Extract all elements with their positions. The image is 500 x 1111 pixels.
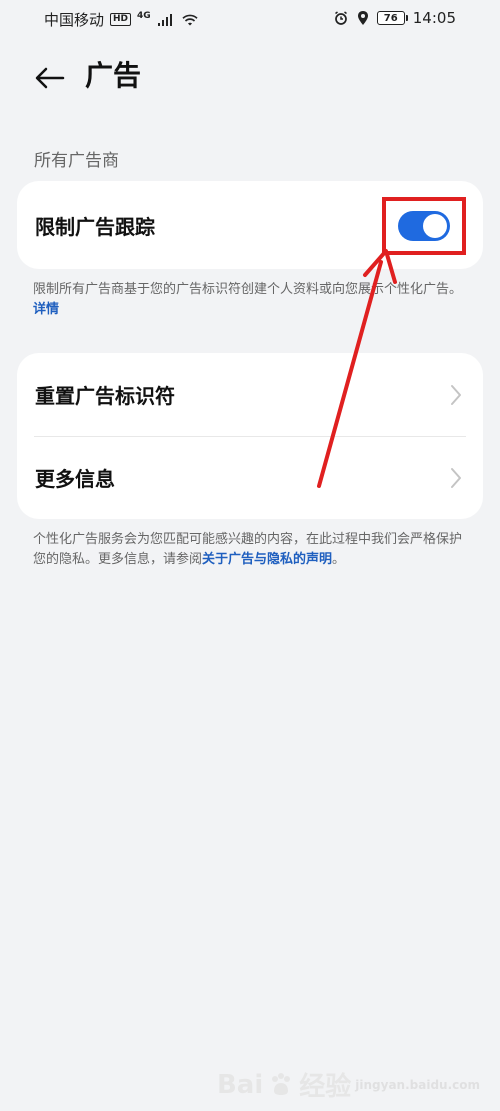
chevron-right-icon (451, 385, 461, 405)
limit-ad-tracking-row[interactable]: 限制广告跟踪 (17, 181, 483, 269)
privacy-statement-link[interactable]: 关于广告与隐私的声明 (202, 552, 332, 567)
wifi-icon (182, 14, 198, 25)
watermark: Bai 经验 jingyan.baidu.com (217, 1066, 480, 1103)
toggle-highlight-box (382, 197, 466, 255)
chevron-right-icon (451, 468, 461, 488)
network-type: 4G (137, 10, 151, 21)
alarm-icon (334, 11, 347, 25)
hd-badge: HD (110, 13, 132, 26)
more-info-label: 更多信息 (35, 467, 115, 491)
ad-tracking-description: 限制所有广告商基于您的广告标识符创建个人资料或向您展示个性化广告。详情 (33, 280, 471, 320)
location-icon (357, 11, 368, 25)
signal-icon (157, 13, 172, 26)
paw-icon (272, 1072, 291, 1095)
clock: 14:05 (412, 9, 456, 27)
privacy-note: 个性化广告服务会为您匹配可能感兴趣的内容，在此过程中我们会严格保护您的隐私。更多… (33, 530, 471, 570)
limit-ad-tracking-label: 限制广告跟踪 (35, 214, 155, 239)
toggle-knob (423, 214, 447, 238)
watermark-subtext: jingyan.baidu.com (355, 1077, 480, 1092)
status-left: 中国移动 HD 4G (44, 9, 199, 30)
limit-ad-tracking-toggle[interactable] (398, 211, 450, 241)
ad-settings-card: 重置广告标识符 更多信息 (17, 353, 483, 519)
status-right: 76 14:05 (333, 9, 456, 27)
reset-ad-id-label: 重置广告标识符 (35, 384, 175, 408)
watermark-brand: Bai (216, 1069, 264, 1100)
ad-tracking-card: 限制广告跟踪 (17, 181, 483, 269)
details-link[interactable]: 详情 (33, 302, 59, 317)
back-arrow-icon (35, 67, 65, 89)
back-button[interactable] (30, 58, 70, 98)
battery-level: 76 (383, 13, 398, 24)
ad-tracking-description-text: 限制所有广告商基于您的广告标识符创建个人资料或向您展示个性化广告。 (33, 282, 463, 297)
battery-icon: 76 (376, 11, 408, 25)
more-info-row[interactable]: 更多信息 (17, 436, 483, 519)
privacy-note-end: 。 (332, 552, 346, 567)
page-header: 广告 (0, 52, 500, 100)
watermark-suffix: 经验 (299, 1072, 352, 1102)
section-label-all-advertisers: 所有广告商 (34, 151, 119, 171)
carrier-name: 中国移动 (44, 11, 105, 29)
reset-ad-id-row[interactable]: 重置广告标识符 (17, 353, 483, 436)
status-bar: 中国移动 HD 4G 76 14:05 (0, 0, 500, 40)
page-title: 广告 (85, 59, 142, 92)
